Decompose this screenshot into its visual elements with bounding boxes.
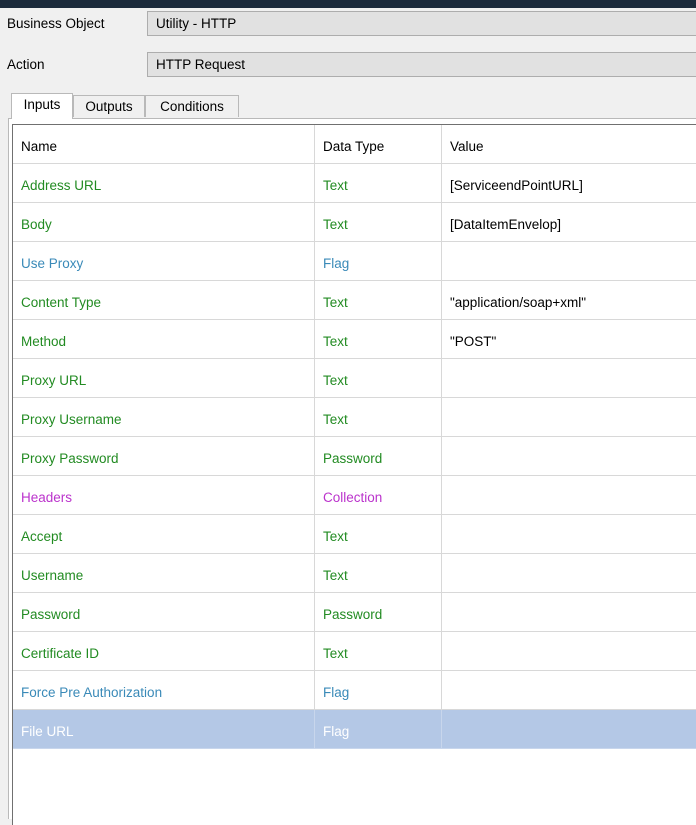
table-row[interactable]: Proxy Username Text	[13, 398, 696, 437]
grid-header: Name Data Type Value	[13, 125, 696, 164]
business-object-row: Business Object Utility - HTTP	[0, 10, 696, 38]
row-name-cell[interactable]: Password	[13, 593, 315, 632]
row-data-type-cell[interactable]: Flag	[315, 242, 442, 281]
table-row[interactable]: Body Text [DataItemEnvelop]	[13, 203, 696, 242]
row-value-cell[interactable]: "POST"	[442, 320, 696, 359]
row-value-cell[interactable]	[442, 554, 696, 593]
row-data-type-cell[interactable]: Text	[315, 164, 442, 203]
row-data-type-cell[interactable]: Collection	[315, 476, 442, 515]
row-name-cell[interactable]: Accept	[13, 515, 315, 554]
row-name-cell[interactable]: Proxy Password	[13, 437, 315, 476]
business-object-field[interactable]: Utility - HTTP	[147, 11, 696, 36]
row-value-cell[interactable]	[442, 398, 696, 437]
action-label: Action	[7, 57, 45, 72]
table-row[interactable]: Content Type Text "application/soap+xml"	[13, 281, 696, 320]
row-data-type-cell[interactable]: Text	[315, 554, 442, 593]
row-data-type-cell[interactable]: Text	[315, 398, 442, 437]
tab-inputs[interactable]: Inputs	[11, 93, 73, 119]
tab-conditions[interactable]: Conditions	[145, 95, 239, 117]
row-value-cell[interactable]	[442, 242, 696, 281]
row-value-cell[interactable]	[442, 515, 696, 554]
column-header-value[interactable]: Value	[442, 125, 696, 164]
row-name-cell[interactable]: Body	[13, 203, 315, 242]
inputs-grid: Name Data Type Value Address URL Text [Ser…	[12, 124, 696, 825]
row-data-type-cell[interactable]: Password	[315, 593, 442, 632]
tab-outputs[interactable]: Outputs	[73, 95, 145, 117]
table-row[interactable]: Accept Text	[13, 515, 696, 554]
row-data-type-cell[interactable]: Flag	[315, 710, 442, 749]
table-row[interactable]: Proxy Password Password	[13, 437, 696, 476]
row-value-cell[interactable]	[442, 437, 696, 476]
row-name-cell[interactable]: Certificate ID	[13, 632, 315, 671]
row-name-cell[interactable]: Proxy URL	[13, 359, 315, 398]
row-value-cell[interactable]	[442, 593, 696, 632]
table-row[interactable]: File URL Flag	[13, 710, 696, 749]
window-title-bar	[0, 0, 696, 8]
row-name-cell[interactable]: Username	[13, 554, 315, 593]
business-object-label: Business Object	[7, 16, 105, 31]
table-row[interactable]: Use Proxy Flag	[13, 242, 696, 281]
table-row[interactable]: Address URL Text [ServiceendPointURL]	[13, 164, 696, 203]
row-value-cell[interactable]	[442, 359, 696, 398]
table-row[interactable]: Proxy URL Text	[13, 359, 696, 398]
row-data-type-cell[interactable]: Text	[315, 515, 442, 554]
row-value-cell[interactable]: [ServiceendPointURL]	[442, 164, 696, 203]
row-data-type-cell[interactable]: Text	[315, 281, 442, 320]
action-field[interactable]: HTTP Request	[147, 52, 696, 77]
table-row[interactable]: Force Pre Authorization Flag	[13, 671, 696, 710]
column-header-name[interactable]: Name	[13, 125, 315, 164]
row-data-type-cell[interactable]: Text	[315, 203, 442, 242]
table-row[interactable]: Password Password	[13, 593, 696, 632]
row-name-cell[interactable]: Use Proxy	[13, 242, 315, 281]
table-row[interactable]: Headers Collection	[13, 476, 696, 515]
row-value-cell[interactable]: [DataItemEnvelop]	[442, 203, 696, 242]
table-row[interactable]: Username Text	[13, 554, 696, 593]
row-name-cell[interactable]: Address URL	[13, 164, 315, 203]
row-name-cell[interactable]: Proxy Username	[13, 398, 315, 437]
action-row: Action HTTP Request	[0, 51, 696, 79]
row-name-cell[interactable]: Content Type	[13, 281, 315, 320]
row-value-cell[interactable]	[442, 476, 696, 515]
row-value-cell[interactable]	[442, 632, 696, 671]
table-row[interactable]: Certificate ID Text	[13, 632, 696, 671]
column-header-data-type[interactable]: Data Type	[315, 125, 442, 164]
row-value-cell[interactable]	[442, 671, 696, 710]
row-data-type-cell[interactable]: Flag	[315, 671, 442, 710]
row-name-cell[interactable]: Headers	[13, 476, 315, 515]
row-data-type-cell[interactable]: Text	[315, 359, 442, 398]
row-name-cell[interactable]: File URL	[13, 710, 315, 749]
row-data-type-cell[interactable]: Text	[315, 632, 442, 671]
row-data-type-cell[interactable]: Password	[315, 437, 442, 476]
row-name-cell[interactable]: Force Pre Authorization	[13, 671, 315, 710]
table-row[interactable]: Method Text "POST"	[13, 320, 696, 359]
row-value-cell[interactable]	[442, 710, 696, 749]
row-data-type-cell[interactable]: Text	[315, 320, 442, 359]
row-name-cell[interactable]: Method	[13, 320, 315, 359]
row-value-cell[interactable]: "application/soap+xml"	[442, 281, 696, 320]
